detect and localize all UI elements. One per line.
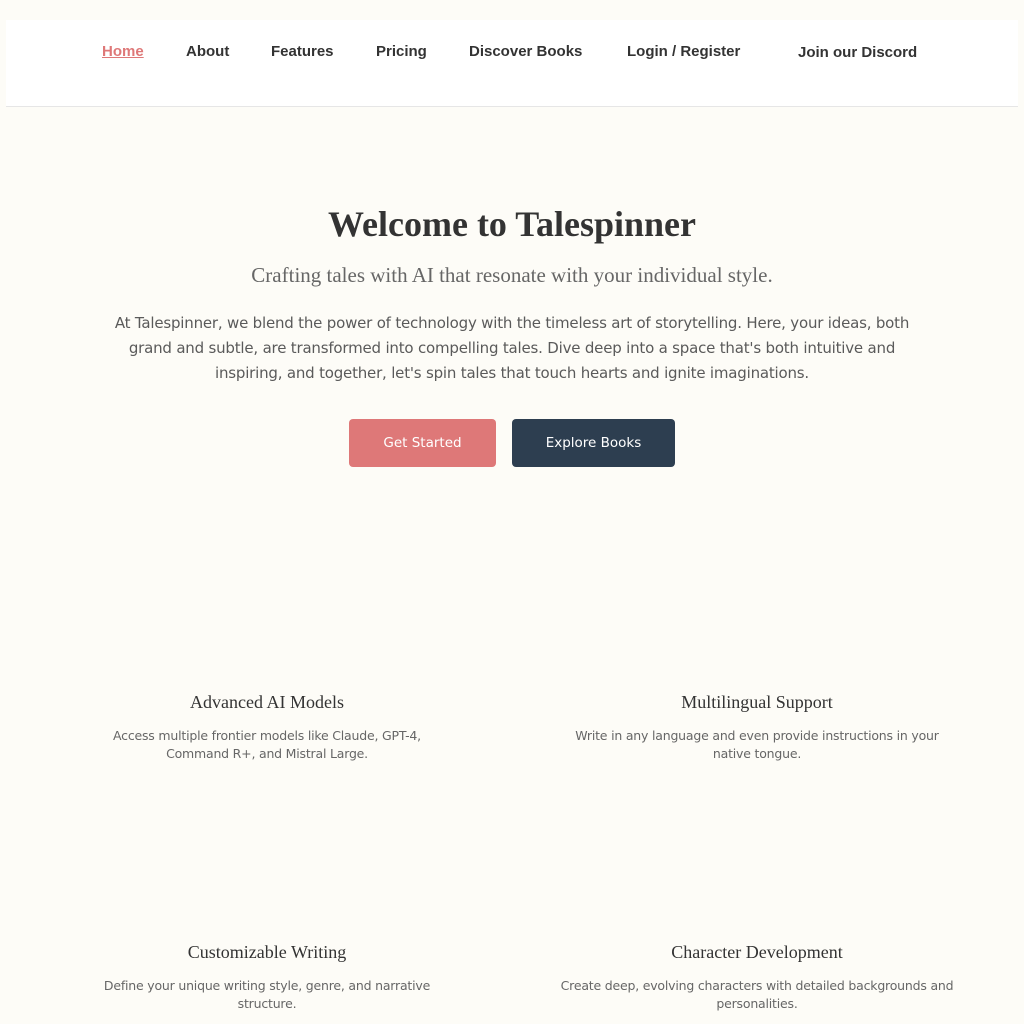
nav-link-login-register[interactable]: Login / Register xyxy=(627,43,740,60)
feature-description: Define your unique writing style, genre,… xyxy=(103,978,431,1011)
feature-title: Customizable Writing xyxy=(187,942,347,962)
hero-title: Welcome to Talespinner xyxy=(328,204,696,244)
site-header xyxy=(6,20,1018,107)
feature-title: Multilingual Support xyxy=(681,692,833,712)
feature-card-multilingual-support: Multilingual Support Write in any langua… xyxy=(557,691,957,763)
get-started-button[interactable]: Get Started xyxy=(349,419,496,467)
feature-title: Character Development xyxy=(671,942,843,962)
hero-subtitle: Crafting tales with AI that resonate wit… xyxy=(251,263,773,287)
nav-link-pricing[interactable]: Pricing xyxy=(376,43,427,60)
feature-description: Create deep, evolving characters with de… xyxy=(560,978,954,1011)
explore-books-button[interactable]: Explore Books xyxy=(512,419,675,467)
nav-link-home[interactable]: Home xyxy=(102,43,144,60)
hero-description: At Talespinner, we blend the power of te… xyxy=(114,314,910,382)
feature-title: Advanced AI Models xyxy=(190,692,344,712)
feature-card-customizable-writing: Customizable Writing Define your unique … xyxy=(67,941,467,1013)
feature-description: Write in any language and even provide i… xyxy=(575,728,939,761)
feature-description: Access multiple frontier models like Cla… xyxy=(113,728,421,761)
feature-card-character-development: Character Development Create deep, evolv… xyxy=(557,941,957,1013)
nav-link-discover-books[interactable]: Discover Books xyxy=(469,43,582,60)
join-discord-link[interactable]: Join our Discord xyxy=(798,44,917,61)
nav-link-about[interactable]: About xyxy=(186,43,229,60)
nav-link-features[interactable]: Features xyxy=(271,43,334,60)
feature-card-advanced-ai-models: Advanced AI Models Access multiple front… xyxy=(67,691,467,763)
